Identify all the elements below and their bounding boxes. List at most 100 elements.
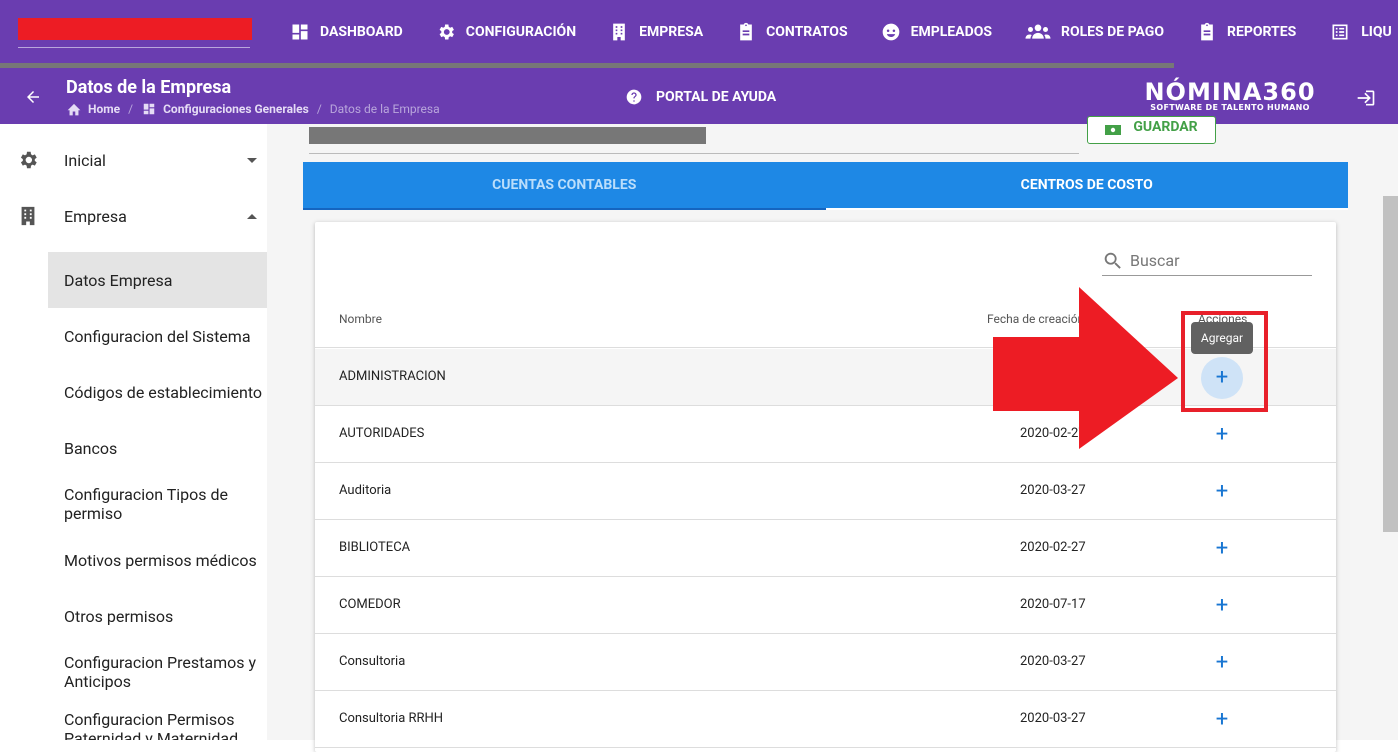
nav-configuracion[interactable]: CONFIGURACIÓN xyxy=(436,22,576,42)
main-menu: DASHBOARD CONFIGURACIÓN EMPRESA CONTRATO… xyxy=(290,0,1398,64)
nav-dashboard-label: DASHBOARD xyxy=(320,24,403,40)
save-icon xyxy=(1105,125,1122,135)
add-button[interactable]: + xyxy=(1201,528,1243,570)
gear-icon xyxy=(439,24,454,40)
row-name: Auditoria xyxy=(339,483,392,498)
search-box xyxy=(1102,246,1312,276)
sidebar-item-tipos-permiso[interactable]: Configuracion Tipos de permiso xyxy=(48,476,267,532)
sidebar-item-permisos-paternidad[interactable]: Configuracion Permisos Paternidad y Mate… xyxy=(48,700,267,740)
nav-empleados[interactable]: EMPLEADOS xyxy=(881,22,992,42)
dashboard-icon xyxy=(143,103,155,115)
gear-icon xyxy=(20,151,37,169)
top-navbar: DASHBOARD CONFIGURACIÓN EMPRESA CONTRATO… xyxy=(0,0,1398,64)
plus-icon: + xyxy=(1215,593,1229,618)
nav-reportes[interactable]: REPORTES xyxy=(1197,22,1296,42)
nav-contratos-label: CONTRATOS xyxy=(766,24,848,40)
company-name-field-redacted[interactable] xyxy=(309,127,706,144)
home-icon xyxy=(67,103,81,116)
nav-liquidaciones-label: LIQU xyxy=(1361,24,1392,40)
row-name: Consultoria RRHH xyxy=(339,711,444,726)
row-name: ADMINISTRACION xyxy=(339,369,446,384)
field-underline xyxy=(309,153,1079,154)
table-row: Consultoria RRHH 2020-03-27 + xyxy=(315,691,1336,748)
nav-empleados-label: EMPLEADOS xyxy=(910,24,992,40)
back-arrow-icon[interactable] xyxy=(24,88,42,106)
column-header-nombre[interactable]: Nombre xyxy=(339,312,382,326)
sidebar-item-codigos-establecimiento[interactable]: Códigos de establecimiento xyxy=(48,364,267,420)
add-button[interactable]: + xyxy=(1201,414,1243,456)
breadcrumb-current: Datos de la Empresa xyxy=(329,102,440,116)
sidebar-item-configuracion-sistema[interactable]: Configuracion del Sistema xyxy=(48,308,267,364)
sidebar-item-motivos-permisos-medicos[interactable]: Motivos permisos médicos xyxy=(48,532,267,588)
table-row: BIBLIOTECA 2020-02-27 + xyxy=(315,520,1336,577)
sidebar-item-otros-permisos[interactable]: Otros permisos xyxy=(48,588,267,644)
breadcrumb-separator: / xyxy=(128,102,134,116)
people-icon xyxy=(1025,24,1051,39)
nav-empresa[interactable]: EMPRESA xyxy=(609,22,703,42)
building-icon xyxy=(21,206,35,226)
search-icon xyxy=(1104,252,1121,269)
add-tooltip: Agregar xyxy=(1191,322,1253,354)
plus-icon: + xyxy=(1215,650,1229,675)
add-button[interactable]: + xyxy=(1201,642,1243,684)
plus-icon: + xyxy=(1215,536,1229,561)
row-name: AUTORIDADES xyxy=(339,426,425,441)
brand-tagline: SOFTWARE DE TALENTO HUMANO xyxy=(1150,103,1310,112)
save-button[interactable]: GUARDAR xyxy=(1087,116,1216,144)
brand-name: NÓMINA360 xyxy=(1144,78,1316,106)
chevron-up-icon xyxy=(247,213,257,219)
sidebar-item-datos-empresa[interactable]: Datos Empresa xyxy=(48,252,267,308)
table-row: COMEDOR 2020-07-17 + xyxy=(315,577,1336,634)
chevron-down-icon xyxy=(247,157,257,163)
sidebar-section-label: Inicial xyxy=(64,150,106,170)
building-icon xyxy=(613,23,625,41)
nav-empresa-label: EMPRESA xyxy=(639,24,704,40)
report-icon xyxy=(1201,22,1213,41)
dashboard-icon xyxy=(292,24,308,40)
plus-icon: + xyxy=(1215,479,1229,504)
main-content: GUARDAR CUENTAS CONTABLES CENTROS DE COS… xyxy=(267,116,1398,752)
search-input[interactable] xyxy=(1130,251,1300,270)
nav-contratos[interactable]: CONTRATOS xyxy=(736,22,848,42)
row-date: 2020-02-27 xyxy=(1020,540,1086,555)
company-logo[interactable] xyxy=(18,18,252,40)
nav-configuracion-label: CONFIGURACIÓN xyxy=(465,24,577,40)
plus-icon: + xyxy=(1215,707,1229,732)
help-portal-label: PORTAL DE AYUDA xyxy=(656,89,777,105)
breadcrumb-configuraciones[interactable]: Configuraciones Generales xyxy=(163,102,309,116)
logout-icon[interactable] xyxy=(1356,88,1376,108)
sidebar: Inicial Empresa Datos Empresa Configurac… xyxy=(0,124,267,740)
add-button[interactable]: + xyxy=(1201,699,1243,741)
row-date: 2020-07-17 xyxy=(1020,597,1086,612)
nav-dashboard[interactable]: DASHBOARD xyxy=(290,22,403,42)
tab-centros-de-costo[interactable]: CENTROS DE COSTO xyxy=(825,162,1348,210)
nav-liquidaciones[interactable]: LIQU xyxy=(1329,22,1392,42)
sidebar-section-inicial[interactable]: Inicial xyxy=(0,132,267,188)
sidebar-item-prestamos-anticipos[interactable]: Configuracion Prestamos y Anticipos xyxy=(48,644,267,700)
plus-icon: + xyxy=(1215,422,1229,447)
nomina360-logo: NÓMINA360 SOFTWARE DE TALENTO HUMANO xyxy=(1139,80,1321,112)
page-scrollbar[interactable] xyxy=(1383,196,1398,532)
tab-cuentas-contables[interactable]: CUENTAS CONTABLES xyxy=(303,162,826,210)
page-title: Datos de la Empresa xyxy=(66,77,232,98)
nav-reportes-label: REPORTES xyxy=(1226,24,1297,40)
clipboard-icon xyxy=(740,22,752,41)
add-button[interactable]: + xyxy=(1201,471,1243,513)
breadcrumb-home[interactable]: Home xyxy=(88,102,120,116)
face-icon xyxy=(882,23,899,41)
row-date: 2020-03-27 xyxy=(1020,711,1086,726)
add-button[interactable]: + xyxy=(1201,585,1243,627)
sidebar-section-empresa[interactable]: Empresa xyxy=(0,188,267,244)
red-arrow-annotation-icon xyxy=(993,287,1178,449)
nav-roles-de-pago[interactable]: ROLES DE PAGO xyxy=(1025,22,1164,42)
row-date: 2020-03-27 xyxy=(1020,654,1086,669)
loading-progress-bar xyxy=(0,62,1398,69)
tab-bar: CUENTAS CONTABLES CENTROS DE COSTO xyxy=(303,162,1348,210)
list-icon xyxy=(1332,24,1348,40)
help-icon xyxy=(626,89,642,105)
breadcrumb: Home / Configuraciones Generales / Datos… xyxy=(66,102,440,116)
help-portal-link[interactable]: PORTAL DE AYUDA xyxy=(626,89,776,105)
table-row: Consultoria 2020-03-27 + xyxy=(315,634,1336,691)
save-label: GUARDAR xyxy=(1133,119,1198,135)
sidebar-item-bancos[interactable]: Bancos xyxy=(48,420,267,476)
